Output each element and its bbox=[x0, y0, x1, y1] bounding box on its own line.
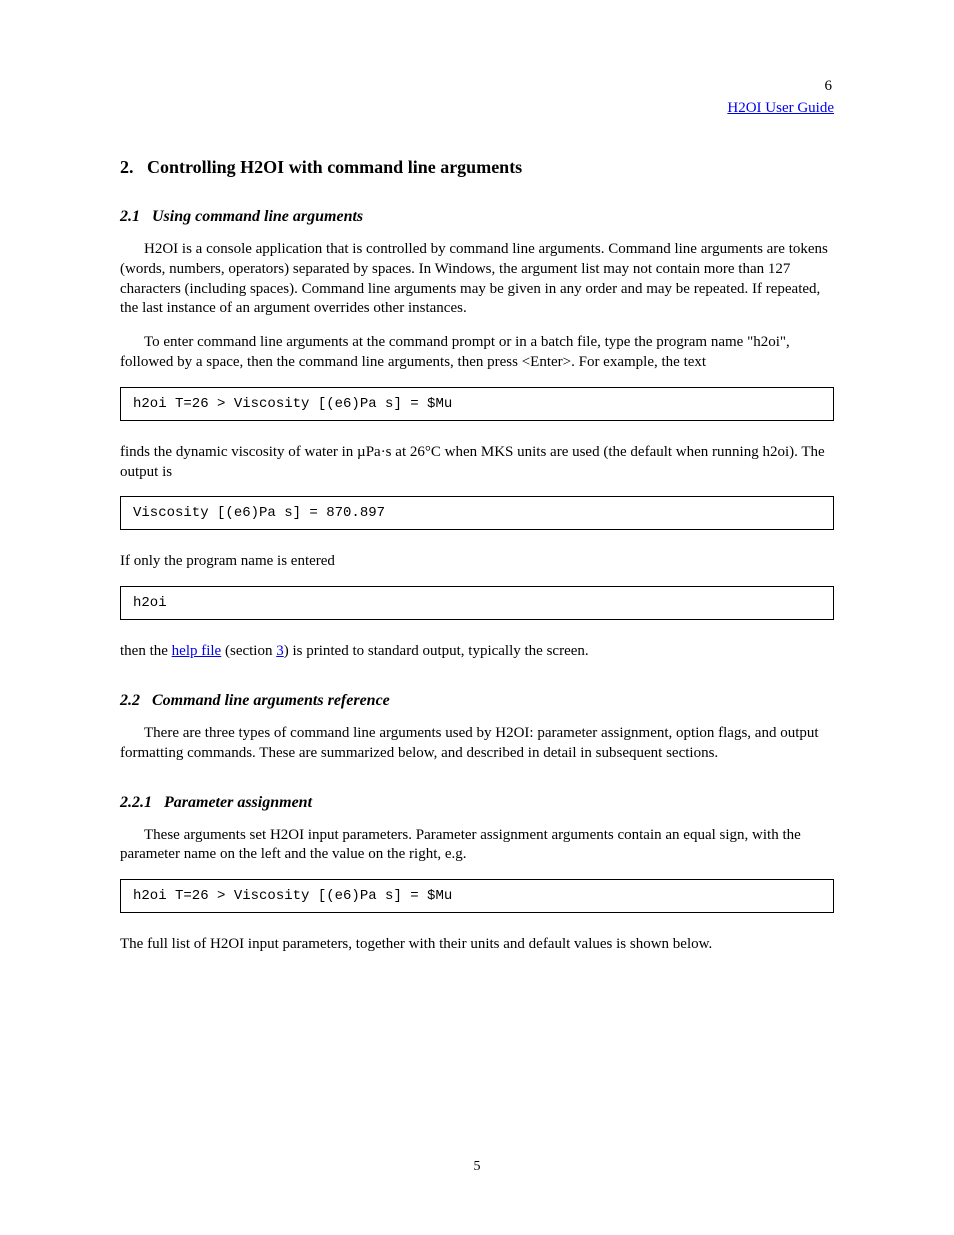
section-2-1-title: Using command line arguments bbox=[152, 208, 363, 225]
section-3-link[interactable]: 3 bbox=[276, 643, 284, 659]
help-file-link[interactable]: help file bbox=[172, 643, 222, 659]
para-2-2-1-b: The full list of H2OI input parameters, … bbox=[120, 935, 834, 955]
page-number-top: 6 bbox=[825, 78, 833, 95]
section-2-2-1-title: Parameter assignment bbox=[164, 794, 312, 811]
para-2-1-c-a: finds the dynamic viscosity of water in bbox=[120, 444, 357, 460]
section-2-2-1-number: 2.2.1 bbox=[120, 794, 152, 811]
code-example-1: h2oi T=26 > Viscosity [(e6)Pa s] = $Mu bbox=[120, 387, 834, 421]
section-2-heading: 2. Controlling H2OI with command line ar… bbox=[120, 157, 834, 178]
section-2-1-number: 2.1 bbox=[120, 208, 140, 225]
section-2-2-heading: 2.2 Command line arguments reference bbox=[120, 692, 834, 710]
unit-micro-pa-s: µPa·s bbox=[357, 444, 391, 460]
para-2-1-e: then the help file (section 3) is printe… bbox=[120, 642, 834, 662]
para-2-1-e-b: (section bbox=[221, 643, 276, 659]
section-2-2-title: Command line arguments reference bbox=[152, 692, 390, 709]
code-example-2: h2oi T=26 > Viscosity [(e6)Pa s] = $Mu bbox=[120, 879, 834, 913]
code-h2oi-only: h2oi bbox=[120, 586, 834, 620]
doc-title-link[interactable]: H2OI User Guide bbox=[727, 100, 834, 116]
para-2-2-1-a: These arguments set H2OI input parameter… bbox=[120, 826, 834, 866]
code-output-1: Viscosity [(e6)Pa s] = 870.897 bbox=[120, 496, 834, 530]
section-2-number: 2. bbox=[120, 157, 134, 177]
page-number-bottom: 5 bbox=[0, 1159, 954, 1175]
para-2-1-a: H2OI is a console application that is co… bbox=[120, 240, 834, 319]
section-2-title: Controlling H2OI with command line argum… bbox=[147, 157, 522, 177]
para-2-1-e-a: then the bbox=[120, 643, 172, 659]
section-2-2-1-heading: 2.2.1 Parameter assignment bbox=[120, 794, 834, 812]
para-2-1-e-c: ) is printed to standard output, typical… bbox=[284, 643, 589, 659]
section-2-1-heading: 2.1 Using command line arguments bbox=[120, 208, 834, 226]
para-2-1-d: If only the program name is entered bbox=[120, 552, 834, 572]
doc-title-ref: H2OI User Guide bbox=[120, 100, 834, 117]
para-2-1-c: finds the dynamic viscosity of water in … bbox=[120, 443, 834, 483]
section-2-2-number: 2.2 bbox=[120, 692, 140, 709]
para-2-1-b: To enter command line arguments at the c… bbox=[120, 333, 834, 373]
para-2-2-a: There are three types of command line ar… bbox=[120, 724, 834, 764]
